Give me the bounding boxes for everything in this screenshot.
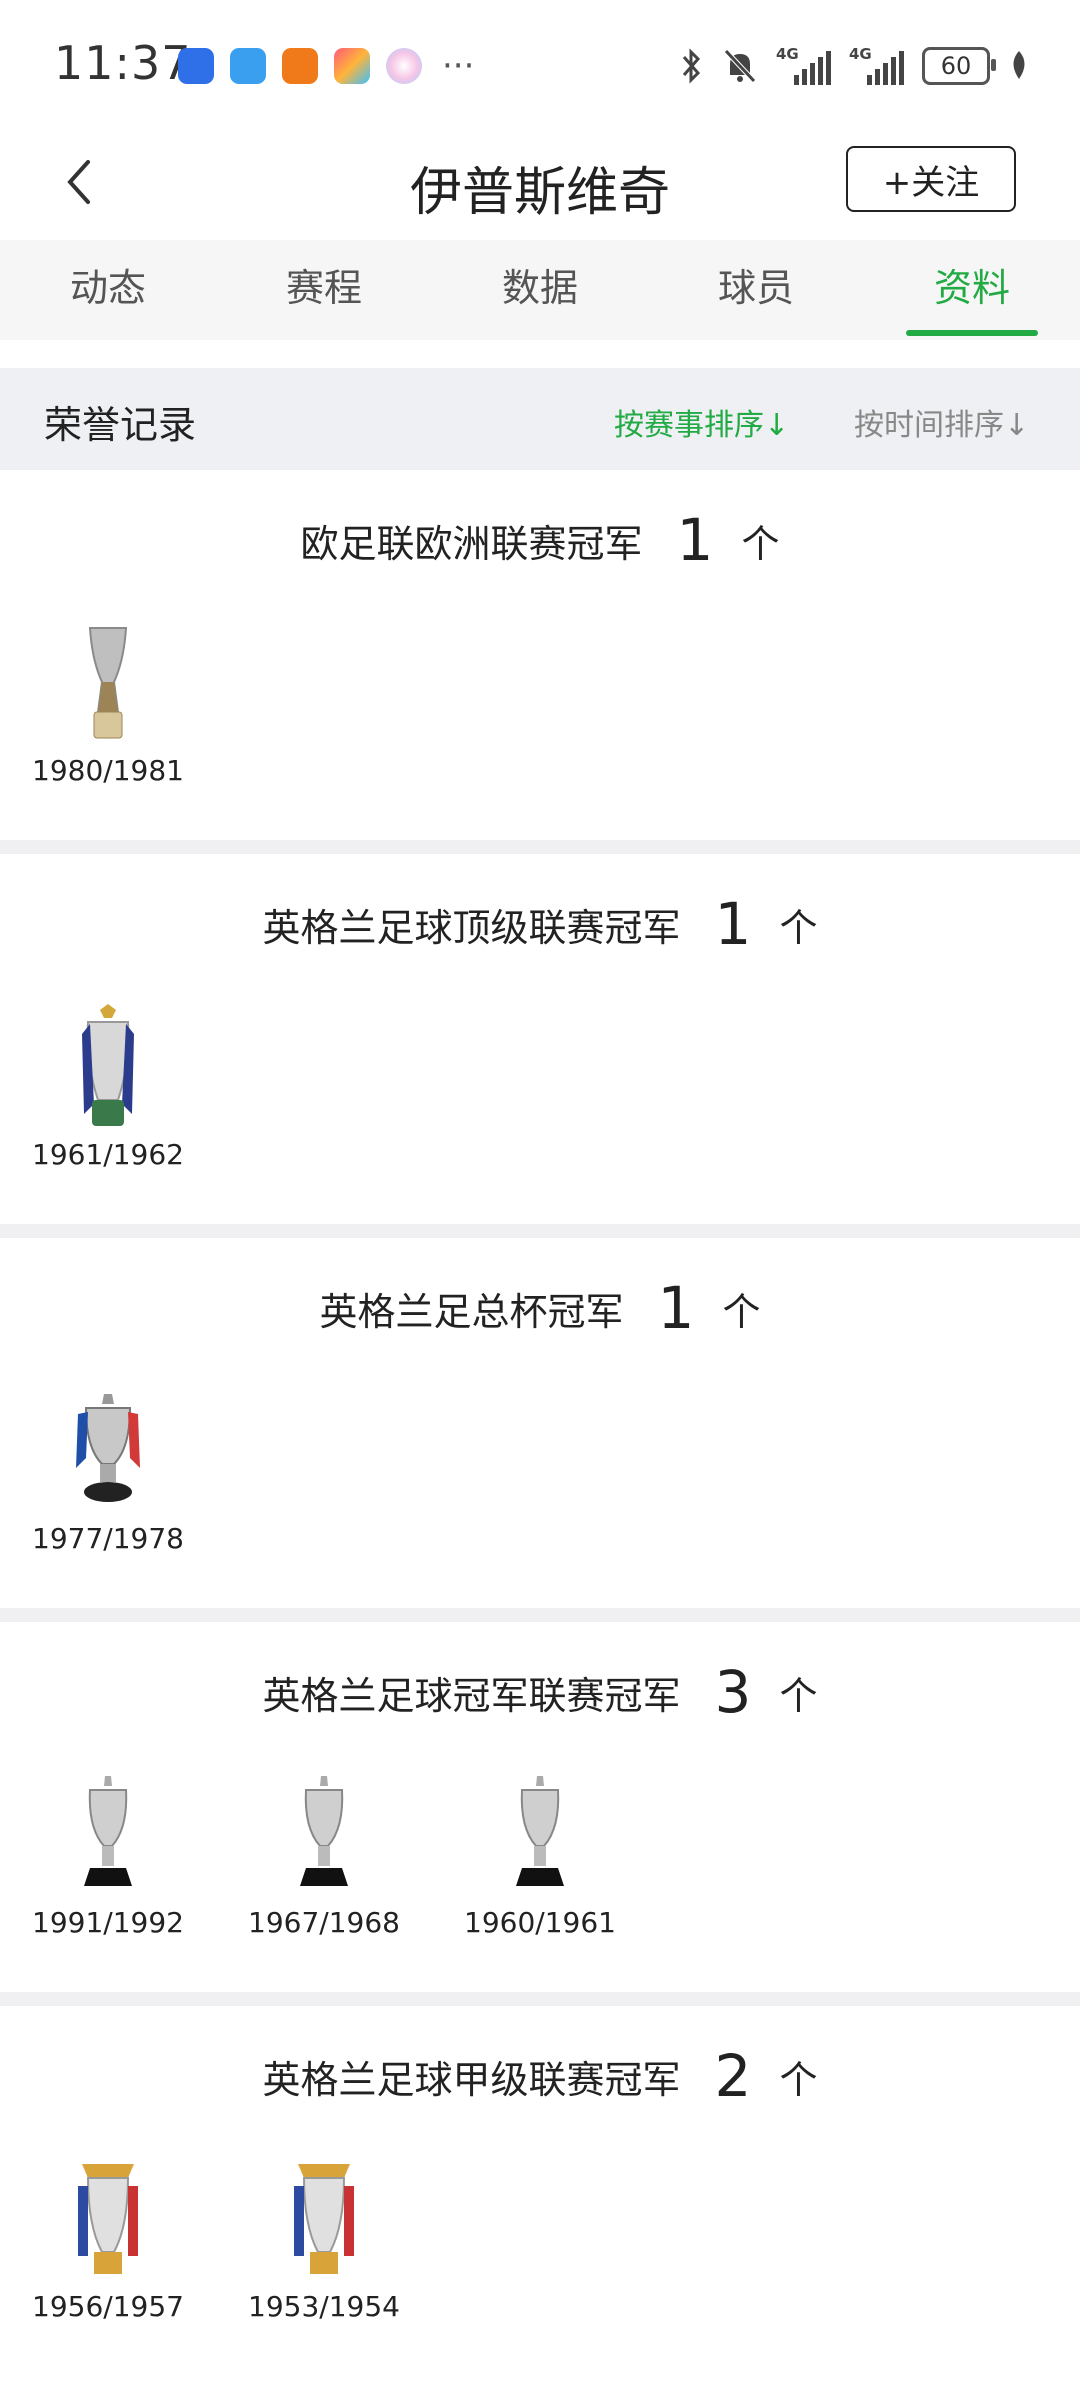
section-heading: 英格兰足球顶级联赛冠军 1 个	[0, 894, 1080, 954]
championship-trophy-icon	[84, 1776, 132, 1886]
europa-cup-trophy-icon	[88, 627, 128, 739]
count-unit: 个	[779, 2057, 818, 2102]
league-one-trophy-icon	[294, 2164, 354, 2274]
fa-cup-trophy-icon	[76, 1394, 140, 1502]
competition-name: 英格兰足球顶级联赛冠军	[262, 905, 681, 950]
trophy-season: 1967/1968	[248, 1906, 400, 1939]
trophy-item[interactable]: 1961/1962	[0, 1004, 216, 1171]
championship-trophy-icon	[516, 1776, 564, 1886]
honors-header: 荣誉记录 按赛事排序↓ 按时间排序↓	[0, 368, 1080, 470]
trophy-item[interactable]: 1980/1981	[0, 620, 216, 787]
count-unit: 个	[779, 1673, 818, 1718]
battery-level: 60	[940, 52, 972, 80]
trophy-list: 1961/1962	[0, 1004, 216, 1171]
trophy-list: 1977/1978	[0, 1388, 216, 1555]
tab-bar: 动态 赛程 数据 球员 资料	[0, 240, 1080, 340]
title-count: 3	[714, 1658, 752, 1726]
tab-news[interactable]: 动态	[0, 240, 216, 340]
trophy-list: 1980/1981	[0, 620, 216, 787]
championship-trophy-icon	[300, 1776, 348, 1886]
trophy-item[interactable]: 1960/1961	[432, 1772, 648, 1939]
more-notifications-icon: ···	[442, 46, 475, 86]
signal-4g-icon: 4G	[776, 45, 831, 85]
title-count: 1	[676, 506, 714, 574]
app-header: 伊普斯维奇 +关注	[0, 130, 1080, 240]
section-heading: 英格兰足总杯冠军 1 个	[0, 1278, 1080, 1338]
leaf-icon	[1013, 51, 1025, 79]
trophy-season: 1960/1961	[464, 1906, 616, 1939]
trophy-item[interactable]: 1991/1992	[0, 1772, 216, 1939]
premier-league-trophy-icon	[82, 1004, 134, 1126]
follow-button[interactable]: +关注	[846, 146, 1016, 212]
system-icons: 4G 4G 60	[680, 44, 1030, 88]
section-divider	[0, 840, 1080, 854]
competition-name: 英格兰足球甲级联赛冠军	[262, 2057, 681, 2102]
honor-section-europa-league: 欧足联欧洲联赛冠军 1 个 1980/1981	[0, 470, 1080, 840]
title-count: 1	[714, 890, 752, 958]
trophy-item[interactable]: 1956/1957	[0, 2156, 216, 2323]
weather-icon	[230, 48, 266, 84]
title-count: 1	[657, 1274, 695, 1342]
honors-title: 荣誉记录	[44, 403, 197, 447]
notification-icons: ···	[178, 48, 474, 84]
section-divider	[0, 1992, 1080, 2006]
trophy-item[interactable]: 1977/1978	[0, 1388, 216, 1555]
tab-players[interactable]: 球员	[648, 240, 864, 340]
trophy-item[interactable]: 1967/1968	[216, 1772, 432, 1939]
trophy-season: 1961/1962	[32, 1138, 184, 1171]
assistant-orb-icon	[386, 48, 422, 84]
app-shield-icon	[178, 48, 214, 84]
section-heading: 英格兰足球甲级联赛冠军 2 个	[0, 2046, 1080, 2106]
section-divider	[0, 1608, 1080, 1622]
tab-info[interactable]: 资料	[864, 240, 1080, 340]
count-unit: 个	[741, 521, 780, 566]
league-one-trophy-icon	[78, 2164, 138, 2274]
trophy-item[interactable]: 1953/1954	[216, 2156, 432, 2323]
trophy-season: 1991/1992	[32, 1906, 184, 1939]
sort-by-time-button[interactable]: 按时间排序↓	[854, 400, 1029, 444]
sort-by-competition-button[interactable]: 按赛事排序↓	[614, 400, 789, 444]
count-unit: 个	[722, 1289, 761, 1334]
honor-section-championship: 英格兰足球冠军联赛冠军 3 个 1991/1992 1967/1968 1960…	[0, 1622, 1080, 1992]
mute-bell-icon	[724, 49, 756, 83]
status-bar: 11:37 ··· 4G 4G 60	[0, 0, 1080, 130]
trophy-season: 1956/1957	[32, 2290, 184, 2323]
honor-section-fa-cup: 英格兰足总杯冠军 1 个 1977/1978	[0, 1238, 1080, 1608]
section-divider	[0, 1224, 1080, 1238]
app-t-icon	[334, 48, 370, 84]
trophy-list: 1991/1992 1967/1968 1960/1961	[0, 1772, 648, 1939]
honor-section-first-division: 英格兰足球甲级联赛冠军 2 个 1956/1957 1953/1954	[0, 2006, 1080, 2376]
section-heading: 英格兰足球冠军联赛冠军 3 个	[0, 1662, 1080, 1722]
honor-section-top-league: 英格兰足球顶级联赛冠军 1 个 1961/1962	[0, 854, 1080, 1224]
trophy-season: 1953/1954	[248, 2290, 400, 2323]
count-unit: 个	[779, 905, 818, 950]
trophy-season: 1977/1978	[32, 1522, 184, 1555]
tab-schedule[interactable]: 赛程	[216, 240, 432, 340]
title-count: 2	[714, 2042, 752, 2110]
section-heading: 欧足联欧洲联赛冠军 1 个	[0, 510, 1080, 570]
bluetooth-icon	[682, 48, 701, 84]
competition-name: 英格兰足球冠军联赛冠军	[262, 1673, 681, 1718]
status-time: 11:37	[54, 36, 192, 90]
tab-stats[interactable]: 数据	[432, 240, 648, 340]
competition-name: 英格兰足总杯冠军	[319, 1289, 624, 1334]
shopping-app-icon	[282, 48, 318, 84]
trophy-list: 1956/1957 1953/1954	[0, 2156, 432, 2323]
signal-4g-icon-2: 4G	[849, 45, 904, 85]
competition-name: 欧足联欧洲联赛冠军	[300, 521, 643, 566]
trophy-season: 1980/1981	[32, 754, 184, 787]
battery-icon: 60	[922, 47, 996, 85]
